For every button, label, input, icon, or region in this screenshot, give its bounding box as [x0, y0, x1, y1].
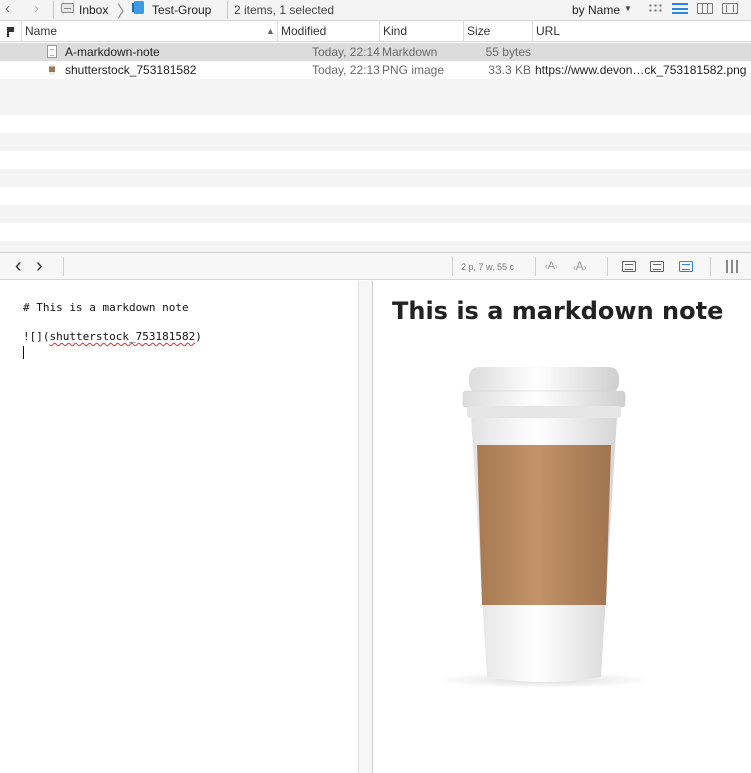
png-image-icon: [49, 64, 55, 75]
row-modified: Today, 22:14: [312, 45, 380, 59]
row-name: shutterstock_753181582: [65, 63, 197, 77]
breadcrumb-test-group[interactable]: Test-Group: [152, 2, 211, 18]
divider: [227, 1, 228, 19]
empty-row: [0, 133, 751, 151]
row-url[interactable]: https://www.devon…ck_753181582.png: [535, 61, 747, 79]
path-bar: ‹ › Inbox 〉 Test-Group 2 items, 1 select…: [0, 0, 751, 21]
editor-toolbar: ‹ › 2 p, 7 w, 55 c ‹A› ‹A›: [0, 252, 751, 280]
selection-status: 2 items, 1 selected: [234, 3, 335, 17]
empty-row: [0, 205, 751, 223]
column-view-icon[interactable]: [697, 3, 713, 14]
text-cursor: [23, 346, 24, 359]
font-smaller-button[interactable]: ‹A›: [545, 260, 558, 273]
column-header-url[interactable]: URL: [532, 21, 751, 42]
column-header-name[interactable]: Name: [21, 21, 277, 42]
next-document-button[interactable]: ›: [36, 256, 43, 276]
divider: [452, 257, 453, 276]
sort-ascending-icon: ▲: [266, 26, 275, 36]
cover-flow-view-icon[interactable]: [722, 3, 738, 14]
divider: [710, 257, 711, 276]
markdown-preview: This is a markdown note: [374, 281, 751, 773]
markdown-doc-icon: [47, 45, 57, 58]
row-name: A-markdown-note: [65, 45, 160, 59]
editor-scrollbar[interactable]: [358, 281, 373, 773]
row-size: 33.3 KB: [488, 63, 531, 77]
divider: [53, 1, 54, 19]
table-row[interactable]: A-markdown-note Today, 22:14 Markdown 55…: [0, 43, 751, 61]
column-header-modified[interactable]: Modified: [277, 21, 379, 42]
forward-button[interactable]: ›: [34, 0, 39, 17]
preview-only-icon[interactable]: [622, 261, 636, 272]
divider: [63, 257, 64, 276]
misspelled-word[interactable]: shutterstock_753181582: [50, 330, 196, 343]
column-header-size[interactable]: Size: [463, 21, 532, 42]
breadcrumb-inbox[interactable]: Inbox: [79, 2, 108, 18]
inspector-icon[interactable]: [726, 260, 738, 273]
column-header-kind[interactable]: Kind: [379, 21, 463, 42]
document-stats: 2 p, 7 w, 55 c: [461, 262, 515, 272]
table-header: Name ▲ Modified Kind Size URL: [0, 21, 751, 42]
flag-icon[interactable]: [7, 27, 14, 37]
inbox-icon: [61, 3, 74, 13]
divider: [607, 257, 608, 276]
empty-row: [0, 97, 751, 115]
empty-row: [0, 79, 751, 97]
source-only-icon[interactable]: [650, 261, 664, 272]
font-larger-button[interactable]: ‹A›: [573, 260, 586, 274]
split-view-icon[interactable]: [679, 261, 693, 272]
empty-row: [0, 241, 751, 252]
editor-line-heading[interactable]: # This is a markdown note: [23, 301, 189, 314]
divider: [535, 257, 536, 276]
editor-line-image-link[interactable]: ![](shutterstock_753181582): [23, 330, 202, 343]
markdown-editor[interactable]: # This is a markdown note ![](shuttersto…: [0, 281, 358, 773]
list-view-icon[interactable]: [672, 3, 688, 14]
table-row[interactable]: shutterstock_753181582 Today, 22:13 PNG …: [0, 61, 751, 79]
row-kind: Markdown: [382, 45, 438, 59]
group-icon: [132, 1, 144, 14]
sort-menu[interactable]: by Name: [572, 2, 620, 18]
previous-document-button[interactable]: ‹: [15, 256, 22, 276]
row-size: 55 bytes: [485, 45, 531, 59]
preview-heading: This is a markdown note: [392, 297, 724, 325]
back-button[interactable]: ‹: [5, 0, 10, 17]
chevron-down-icon[interactable]: ▼: [624, 1, 632, 17]
coffee-cup-image: [429, 365, 659, 695]
row-url: [535, 43, 745, 61]
breadcrumb-separator-icon: 〉: [117, 4, 134, 21]
empty-row: [0, 169, 751, 187]
icon-view-icon[interactable]: [648, 3, 664, 14]
row-kind: PNG image: [382, 63, 445, 77]
row-modified: Today, 22:13: [312, 63, 380, 77]
file-list: A-markdown-note Today, 22:14 Markdown 55…: [0, 43, 751, 252]
